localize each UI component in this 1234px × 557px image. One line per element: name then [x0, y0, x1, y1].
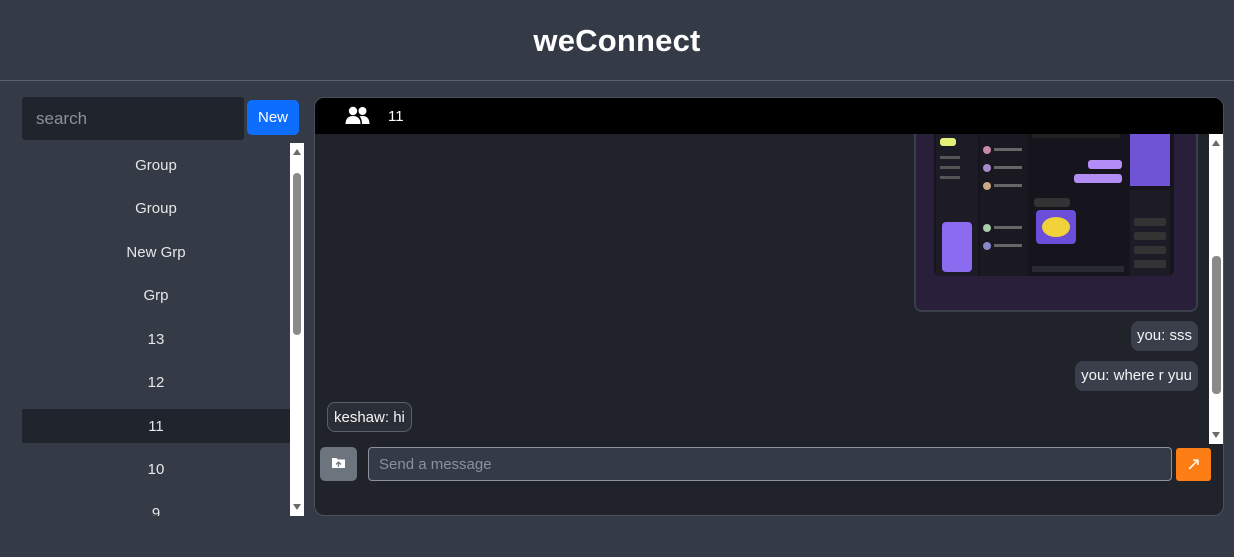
message-list: you: sss you: where r yuu keshaw: hi	[315, 134, 1209, 442]
message-input[interactable]	[368, 447, 1172, 481]
shared-screenshot-image	[916, 134, 1196, 310]
group-item[interactable]: 9	[22, 496, 290, 517]
arrow-up-right-icon: ↗	[1185, 454, 1202, 474]
attach-file-button[interactable]	[320, 447, 357, 481]
group-item-label: 9	[151, 504, 161, 517]
chat-panel: 11 you: sss you: where r yuu keshaw: hi …	[314, 97, 1224, 516]
scrollbar-thumb[interactable]	[1212, 256, 1221, 394]
group-item[interactable]: New Grp	[22, 235, 290, 269]
search-input[interactable]	[22, 97, 244, 140]
group-item-label: 11	[148, 417, 164, 435]
group-item-label: Group	[135, 156, 177, 174]
group-list: Group Group New Grp Grp 13 12 11 10 9	[22, 148, 290, 516]
chat-name: 11	[388, 107, 404, 125]
group-item[interactable]: Group	[22, 192, 290, 226]
group-item[interactable]: 13	[22, 322, 290, 356]
scroll-up-arrow-icon[interactable]	[1212, 140, 1220, 146]
group-item-label: 10	[147, 461, 165, 478]
chat-header: 11	[315, 98, 1223, 134]
group-item-label: 12	[147, 374, 165, 391]
scroll-down-arrow-icon[interactable]	[1212, 432, 1220, 438]
new-group-button[interactable]: New	[247, 100, 299, 135]
message-bubble-incoming: keshaw: hi	[327, 402, 412, 432]
scroll-up-arrow-icon[interactable]	[293, 149, 301, 155]
group-item-label: 13	[147, 330, 165, 348]
scroll-down-arrow-icon[interactable]	[293, 504, 301, 510]
message-bubble-outgoing: you: sss	[1130, 321, 1198, 351]
group-item[interactable]: Grp	[22, 279, 290, 313]
group-item-active[interactable]: 11	[22, 409, 290, 443]
app-header: weConnect	[0, 0, 1234, 81]
group-users-icon	[345, 106, 370, 126]
group-item[interactable]: 10	[22, 453, 290, 487]
group-item[interactable]: Group	[22, 148, 290, 182]
group-item-label: New Grp	[126, 243, 186, 261]
group-item-label: Grp	[143, 287, 169, 304]
sidebar-scrollbar[interactable]	[290, 143, 304, 516]
folder-icon	[331, 456, 346, 472]
group-item[interactable]: 12	[22, 366, 290, 400]
image-message[interactable]	[914, 134, 1198, 312]
message-bubble-outgoing: you: where r yuu	[1075, 361, 1198, 391]
app-title: weConnect	[533, 23, 701, 58]
scrollbar-thumb[interactable]	[293, 173, 301, 335]
send-button[interactable]: ↗	[1176, 448, 1211, 481]
group-item-label: Group	[135, 200, 177, 217]
chat-scrollbar[interactable]	[1209, 134, 1223, 444]
